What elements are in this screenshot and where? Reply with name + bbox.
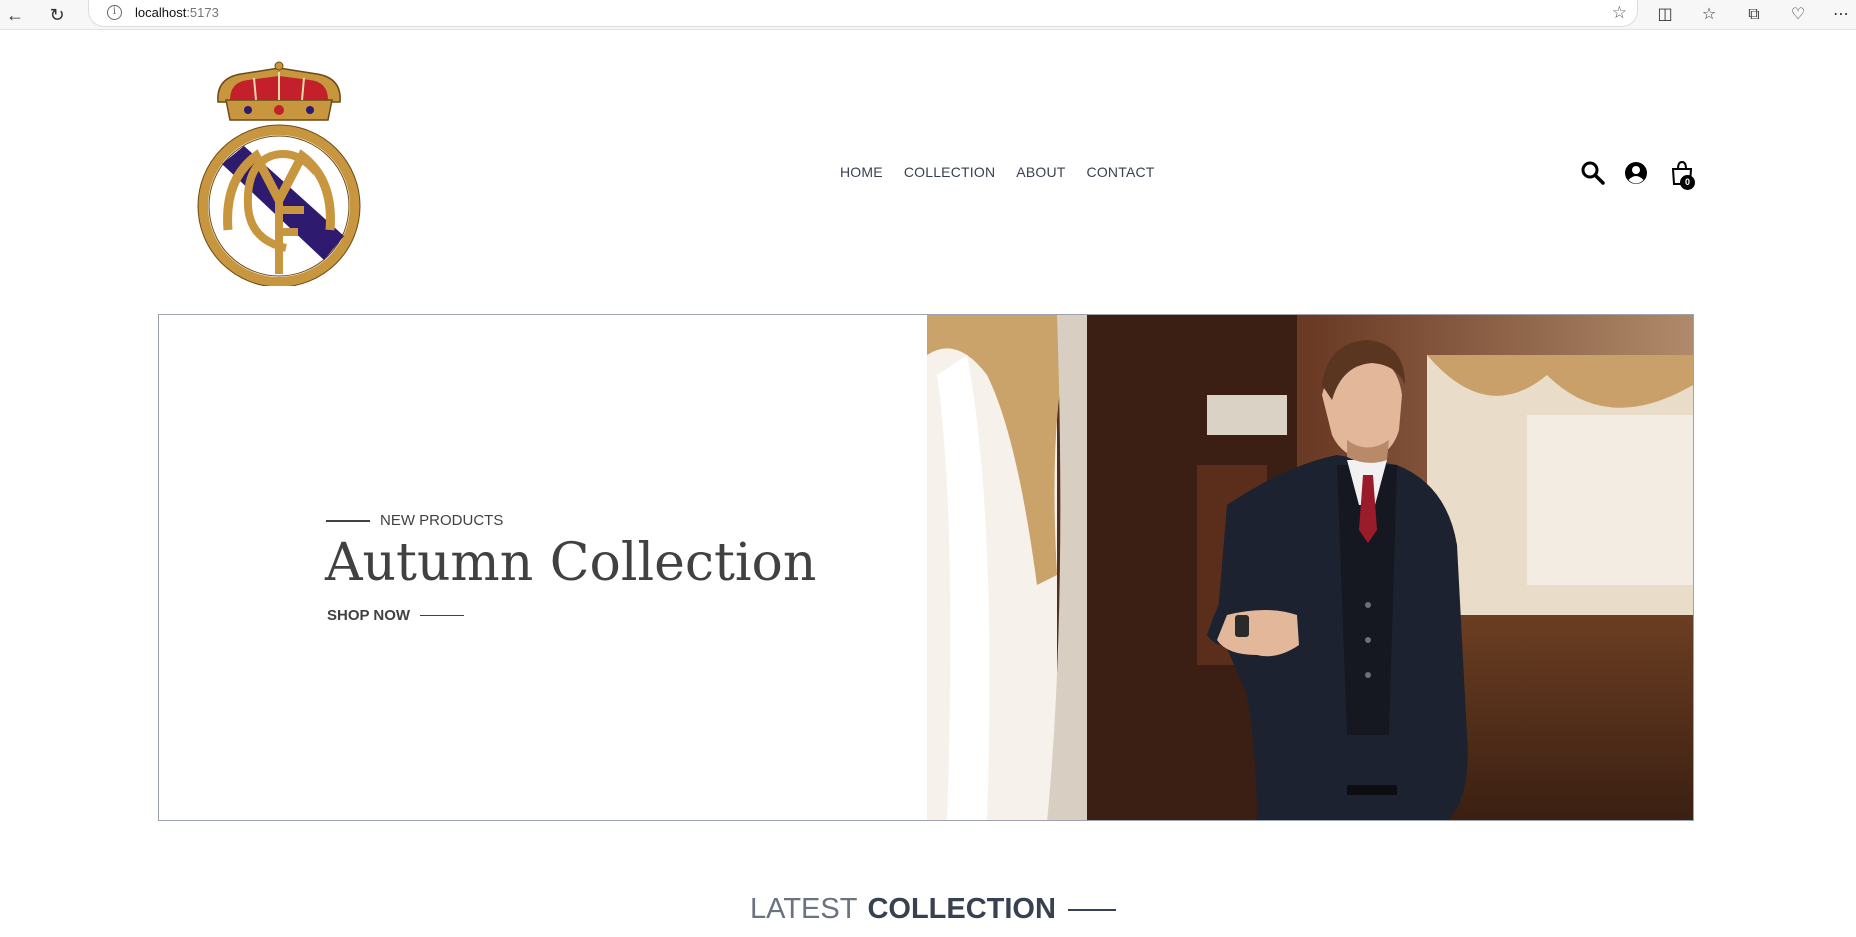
more-menu-icon[interactable]: ⋯	[1830, 4, 1852, 26]
favorites-icon[interactable]: ☆	[1698, 4, 1720, 26]
split-screen-icon[interactable]: ◫	[1654, 4, 1676, 26]
man-in-suit-photo	[927, 315, 1693, 820]
site-info-icon[interactable]: i	[107, 5, 122, 20]
url-text: localhost:5173	[135, 5, 219, 20]
latest-title-bold: COLLECTION	[867, 893, 1056, 925]
latest-title-divider	[1067, 908, 1116, 911]
cart-count-badge: 0	[1680, 175, 1695, 190]
nav-home[interactable]: HOME	[840, 164, 883, 180]
address-bar[interactable]: i localhost:5173 ☆	[88, 0, 1638, 27]
hero-title: Autumn Collection	[325, 533, 817, 593]
browser-essentials-icon[interactable]: ♡	[1787, 4, 1809, 26]
hero-banner: NEW PRODUCTS Autumn Collection SHOP NOW	[158, 314, 1694, 821]
hero-text-panel: NEW PRODUCTS Autumn Collection SHOP NOW	[159, 315, 927, 820]
nav-about[interactable]: ABOUT	[1016, 164, 1065, 180]
tagline-text: NEW PRODUCTS	[380, 512, 504, 529]
nav-contact[interactable]: CONTACT	[1087, 164, 1155, 180]
main-navigation: HOME COLLECTION ABOUT CONTACT	[840, 164, 1155, 180]
latest-title-light: LATEST	[750, 893, 858, 925]
club-crest-logo[interactable]	[196, 60, 362, 286]
shop-now-label[interactable]: SHOP NOW	[327, 607, 410, 624]
search-icon[interactable]	[1580, 160, 1606, 186]
nav-collection[interactable]: COLLECTION	[904, 164, 995, 180]
back-arrow-icon[interactable]: ←	[4, 4, 26, 26]
tagline-divider	[326, 519, 370, 522]
favorite-star-icon[interactable]: ☆	[1612, 3, 1627, 23]
collections-icon[interactable]: ⧉	[1743, 4, 1765, 26]
shop-now-divider	[420, 614, 465, 617]
browser-toolbar: ← ↻ i localhost:5173 ☆ ◫ ☆ ⧉ ♡ ⋯	[0, 0, 1856, 30]
crown-icon	[217, 61, 341, 121]
shop-now-link[interactable]: SHOP NOW	[327, 607, 465, 624]
hero-tagline: NEW PRODUCTS	[326, 512, 503, 529]
hero-image	[927, 315, 1693, 820]
profile-icon[interactable]	[1623, 160, 1649, 186]
latest-collection-heading: LATEST COLLECTION	[750, 893, 1116, 926]
reload-icon[interactable]: ↻	[46, 4, 68, 26]
